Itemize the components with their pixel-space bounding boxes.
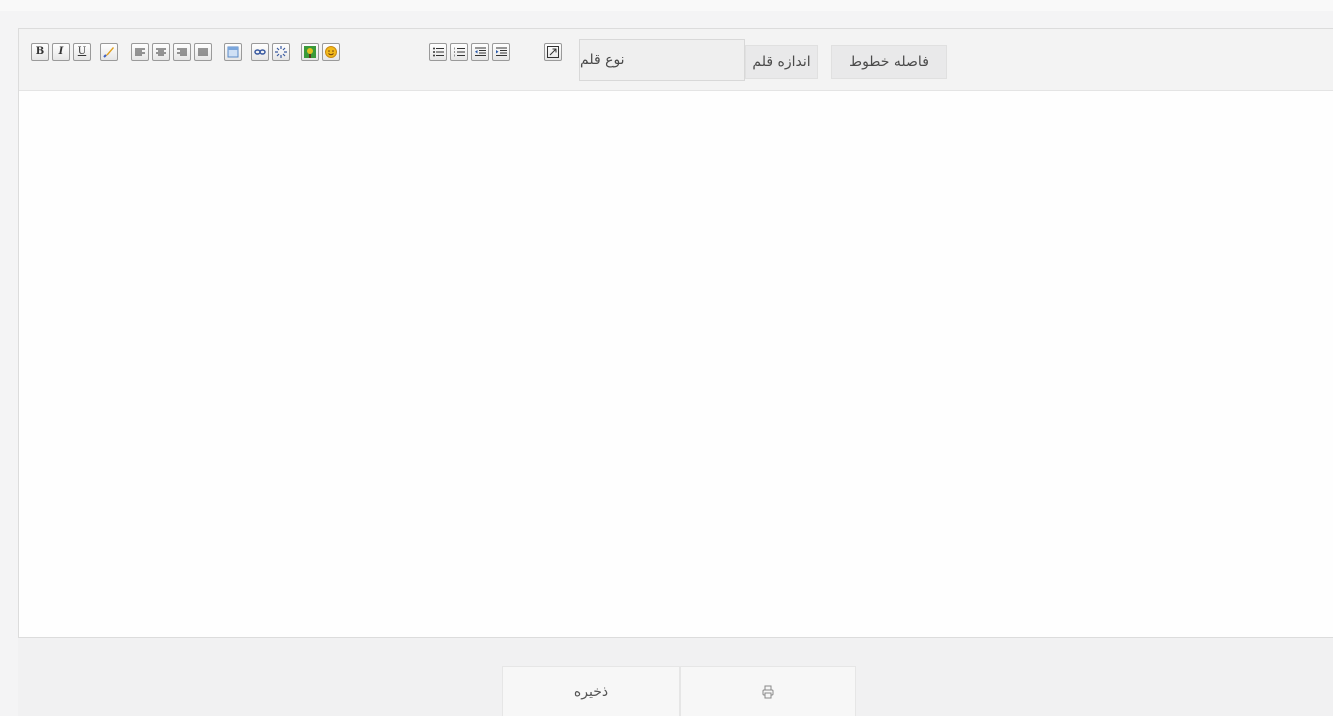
font-size-label: اندازه قلم — [752, 54, 811, 70]
link-icon — [254, 49, 266, 55]
outdent-button[interactable] — [471, 43, 489, 61]
align-justify-button[interactable] — [194, 43, 212, 61]
line-height-label: فاصله خطوط — [849, 54, 929, 70]
align-justify-icon — [198, 48, 208, 55]
font-name-select[interactable]: نوع قلم — [579, 39, 745, 81]
table-icon — [227, 46, 239, 58]
unordered-list-button[interactable] — [429, 43, 447, 61]
rich-text-editor: B I U نوع قلم اندازه قلم فاصله خطوط — [18, 28, 1333, 638]
underline-button[interactable]: U — [73, 43, 91, 61]
indent-icon — [495, 47, 507, 56]
editor-toolbar: B I U نوع قلم اندازه قلم فاصله خطوط — [19, 29, 1333, 91]
unlink-button[interactable] — [272, 43, 290, 61]
image-icon — [304, 46, 316, 58]
line-height-select[interactable]: فاصله خطوط — [831, 45, 947, 79]
maximize-icon — [547, 46, 559, 58]
save-label: ذخیره — [573, 683, 609, 700]
top-strip — [0, 0, 1333, 11]
fullscreen-button[interactable] — [544, 43, 562, 61]
font-size-select[interactable]: اندازه قلم — [745, 45, 818, 79]
italic-icon: I — [58, 46, 64, 57]
bullet-list-icon — [432, 47, 444, 57]
printer-icon — [762, 685, 774, 698]
numbered-list-icon — [453, 47, 465, 57]
smiley-icon — [325, 46, 337, 58]
ordered-list-button[interactable] — [450, 43, 468, 61]
editor-content-area[interactable] — [19, 91, 1333, 637]
insert-image-button[interactable] — [301, 43, 319, 61]
font-name-label: نوع قلم — [580, 52, 625, 68]
page: B I U نوع قلم اندازه قلم فاصله خطوط ذخیر… — [0, 0, 1333, 716]
footer-bar: ذخیره — [18, 638, 1333, 716]
insert-link-button[interactable] — [251, 43, 269, 61]
align-left-icon — [135, 48, 145, 55]
text-color-button[interactable] — [100, 43, 118, 61]
align-center-button[interactable] — [152, 43, 170, 61]
bold-button[interactable]: B — [31, 43, 49, 61]
brush-icon — [103, 47, 114, 58]
underline-icon: U — [77, 46, 87, 57]
insert-emoticon-button[interactable] — [322, 43, 340, 61]
align-center-icon — [156, 48, 166, 55]
italic-button[interactable]: I — [52, 43, 70, 61]
print-button[interactable] — [680, 666, 856, 716]
insert-table-button[interactable] — [224, 43, 242, 61]
unlink-icon — [275, 46, 287, 58]
align-right-icon — [177, 48, 187, 55]
align-left-button[interactable] — [131, 43, 149, 61]
save-button[interactable]: ذخیره — [502, 666, 680, 716]
outdent-icon — [474, 47, 486, 56]
bold-icon: B — [35, 46, 45, 57]
align-right-button[interactable] — [173, 43, 191, 61]
indent-button[interactable] — [492, 43, 510, 61]
